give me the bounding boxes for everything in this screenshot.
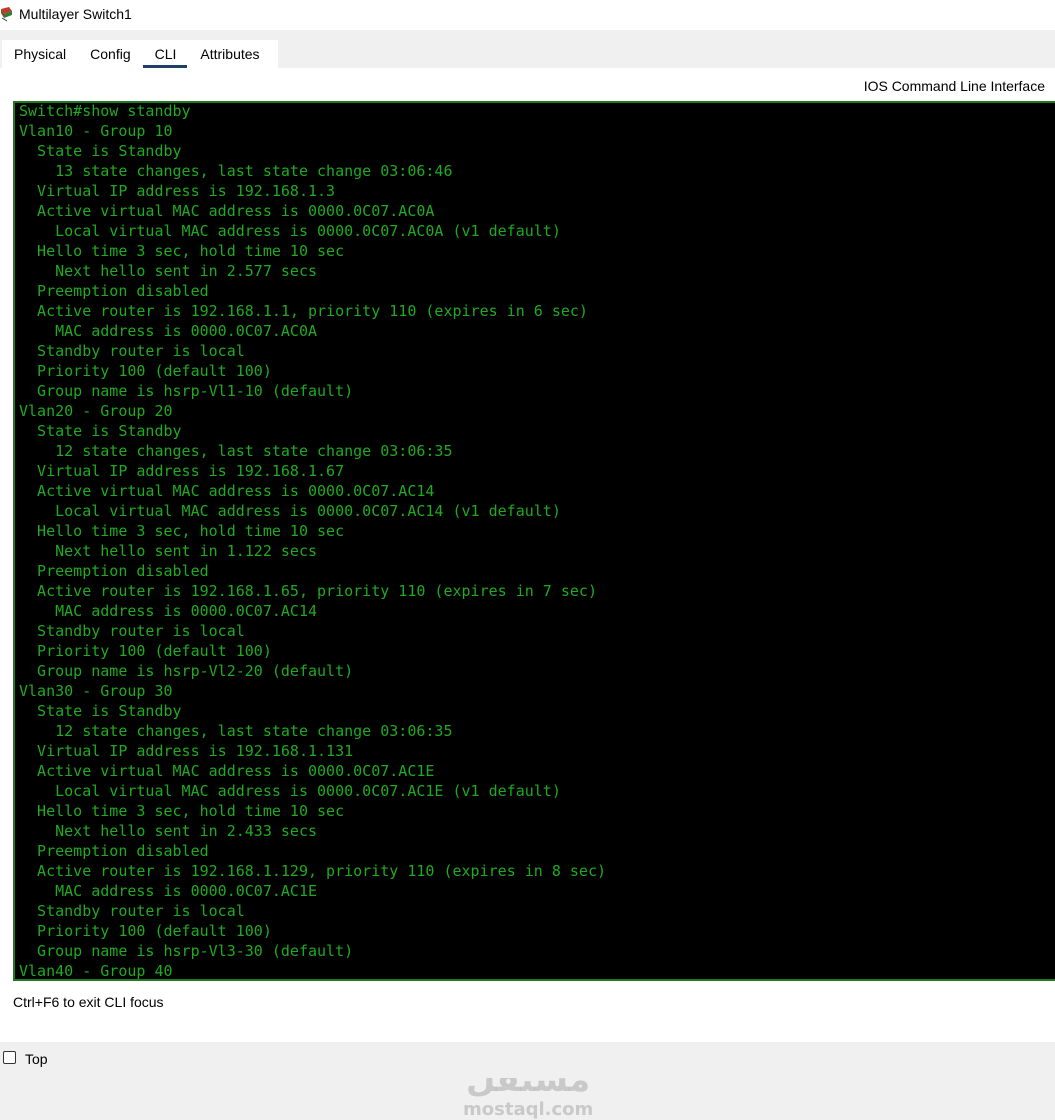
terminal-line: State is Standby — [19, 422, 182, 440]
terminal-line: Hello time 3 sec, hold time 10 sec — [19, 802, 345, 820]
tab-physical[interactable]: Physical — [14, 40, 66, 68]
terminal-line: Virtual IP address is 192.168.1.67 — [19, 462, 345, 480]
terminal-line: Preemption disabled — [19, 282, 209, 300]
terminal-line: Virtual IP address is 192.168.1.3 — [19, 182, 336, 200]
terminal-line: 12 state changes, last state change 03:0… — [19, 442, 453, 460]
terminal-line: Virtual IP address is 192.168.1.131 — [19, 742, 354, 760]
terminal-line: Vlan40 - Group 40 — [19, 962, 173, 980]
terminal-line: Local virtual MAC address is 0000.0C07.A… — [19, 502, 561, 520]
terminal-line: Active virtual MAC address is 0000.0C07.… — [19, 482, 435, 500]
terminal-output[interactable]: Switch#show standby Vlan10 - Group 10 Sta… — [15, 102, 606, 980]
tab-attributes[interactable]: Attributes — [200, 40, 259, 68]
terminal-line: 12 state changes, last state change 03:0… — [19, 722, 453, 740]
top-checkbox-label[interactable]: Top — [25, 1051, 48, 1067]
terminal-line: Priority 100 (default 100) — [19, 642, 272, 660]
terminal-line: MAC address is 0000.0C07.AC1E — [19, 882, 318, 900]
terminal-line: Active router is 192.168.1.65, priority … — [19, 582, 597, 600]
title-bar: Multilayer Switch1 — [0, 0, 1055, 30]
cli-panel: IOS Command Line Interface Switch#show s… — [0, 68, 1055, 1120]
terminal-line: Active router is 192.168.1.1, priority 1… — [19, 302, 588, 320]
terminal-line: Next hello sent in 1.122 secs — [19, 542, 318, 560]
terminal-line: Group name is hsrp-Vl2-20 (default) — [19, 662, 354, 680]
tab-strip: Physical Config CLI Attributes — [2, 40, 278, 68]
top-checkbox[interactable] — [3, 1051, 16, 1064]
terminal-line: Standby router is local — [19, 902, 245, 920]
window-title: Multilayer Switch1 — [19, 6, 132, 22]
panel-heading: IOS Command Line Interface — [863, 78, 1045, 94]
terminal-line: Group name is hsrp-Vl1-10 (default) — [19, 382, 354, 400]
terminal-line: MAC address is 0000.0C07.AC14 — [19, 602, 318, 620]
terminal-line: Next hello sent in 2.433 secs — [19, 822, 318, 840]
terminal-line: Active router is 192.168.1.129, priority… — [19, 862, 606, 880]
multilayer-switch-icon — [0, 6, 14, 22]
terminal-line: Hello time 3 sec, hold time 10 sec — [19, 242, 345, 260]
terminal-line: Standby router is local — [19, 622, 245, 640]
terminal-line: Standby router is local — [19, 342, 245, 360]
bottom-bar: Top — [0, 1042, 1055, 1078]
cli-focus-hint: Ctrl+F6 to exit CLI focus — [13, 994, 164, 1010]
tab-cli[interactable]: CLI — [142, 40, 188, 68]
terminal-line: Local virtual MAC address is 0000.0C07.A… — [19, 222, 561, 240]
terminal-line: Preemption disabled — [19, 562, 209, 580]
terminal-line: Vlan20 - Group 20 — [19, 402, 173, 420]
tab-config[interactable]: Config — [90, 40, 130, 68]
terminal-line: Active virtual MAC address is 0000.0C07.… — [19, 202, 435, 220]
terminal-line: Priority 100 (default 100) — [19, 362, 272, 380]
tab-bar: Physical Config CLI Attributes — [0, 30, 1055, 68]
terminal-line: Local virtual MAC address is 0000.0C07.A… — [19, 782, 561, 800]
terminal-line: Priority 100 (default 100) — [19, 922, 272, 940]
terminal-line: 13 state changes, last state change 03:0… — [19, 162, 453, 180]
terminal-line: State is Standby — [19, 142, 182, 160]
terminal-line: Preemption disabled — [19, 842, 209, 860]
terminal-line: Next hello sent in 2.577 secs — [19, 262, 318, 280]
watermark-latin: mostaql.com — [463, 1099, 594, 1120]
terminal-line: Group name is hsrp-Vl3-30 (default) — [19, 942, 354, 960]
cli-terminal[interactable]: Switch#show standby Vlan10 - Group 10 Sta… — [13, 101, 1055, 981]
terminal-line: Hello time 3 sec, hold time 10 sec — [19, 522, 345, 540]
terminal-line: Vlan30 - Group 30 — [19, 682, 173, 700]
terminal-line: Switch#show standby — [19, 102, 191, 120]
terminal-line: MAC address is 0000.0C07.AC0A — [19, 322, 318, 340]
terminal-line: Active virtual MAC address is 0000.0C07.… — [19, 762, 435, 780]
terminal-line: State is Standby — [19, 702, 182, 720]
terminal-line: Vlan10 - Group 10 — [19, 122, 173, 140]
